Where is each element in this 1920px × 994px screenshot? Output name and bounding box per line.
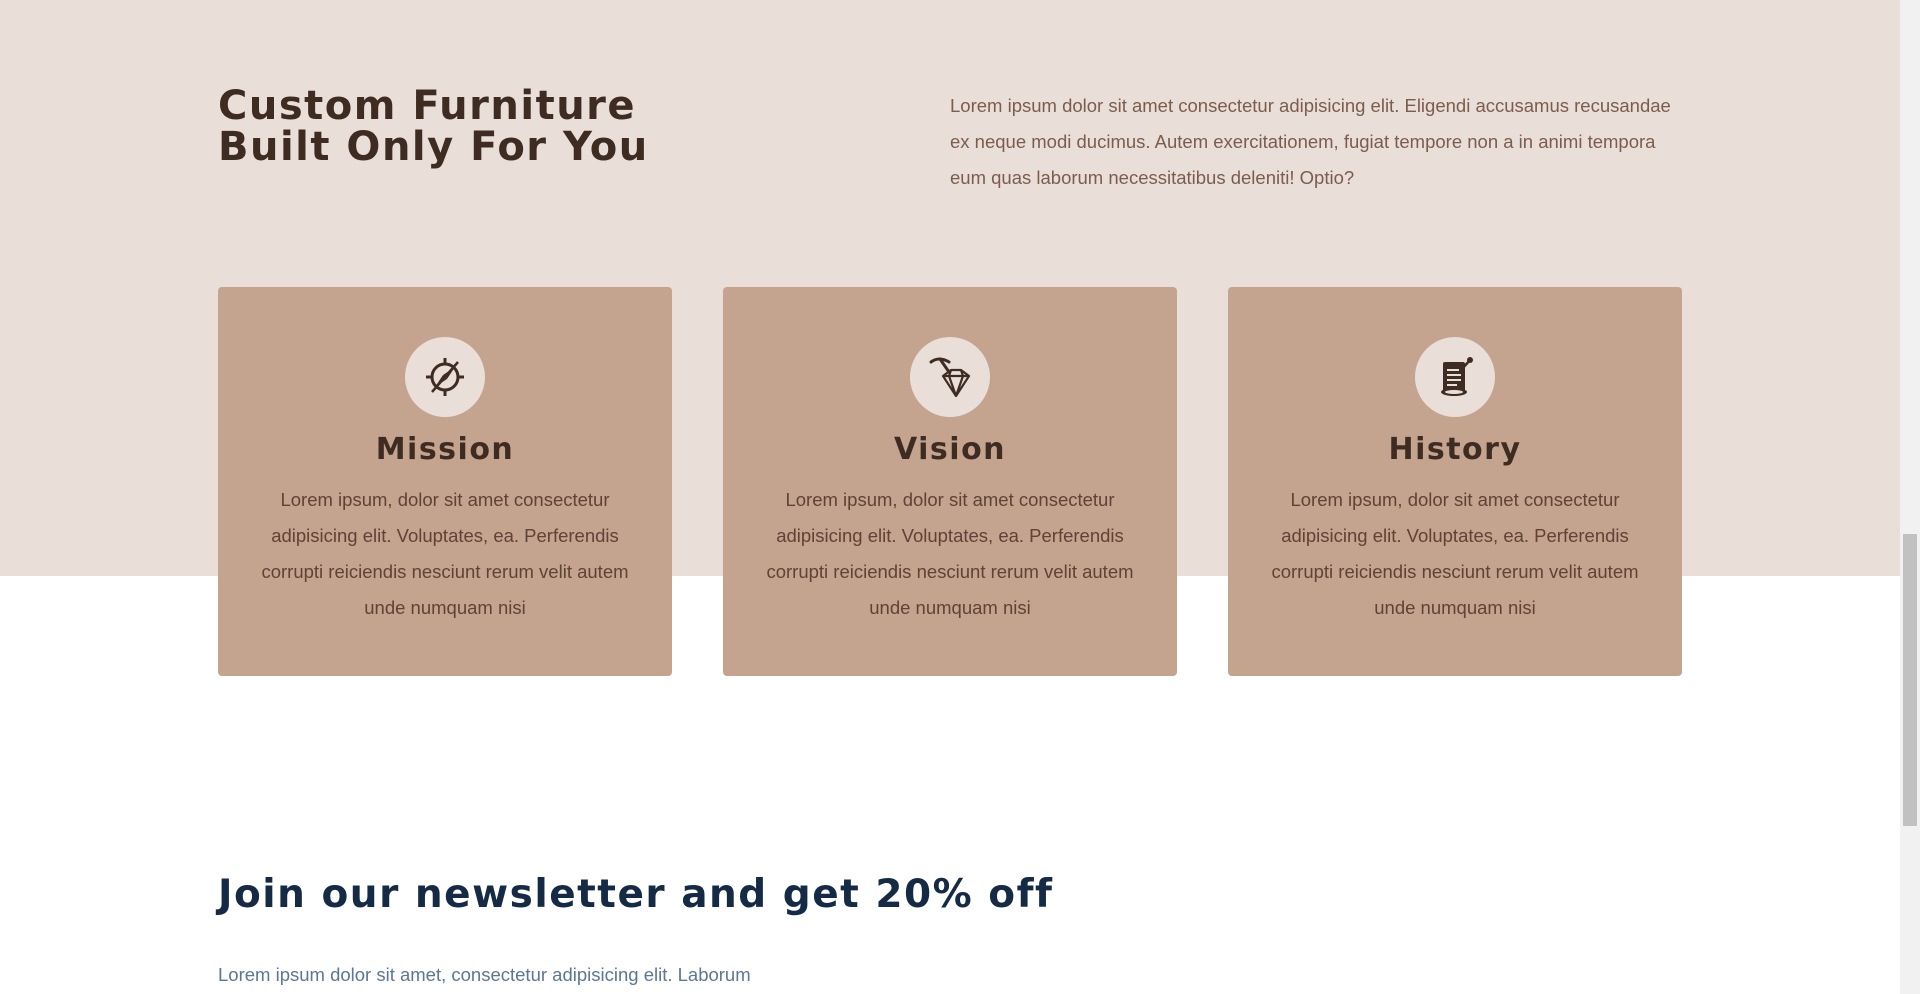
compass-icon (426, 358, 464, 396)
vision-icon-circle (910, 337, 990, 417)
mission-text: Lorem ipsum, dolor sit amet consectetur … (261, 489, 629, 618)
newsletter-text: Lorem ipsum dolor sit amet, consectetur … (218, 964, 751, 985)
about-title-line2: Built Only For You (218, 124, 649, 170)
about-title: Custom Furniture Built Only For You (218, 86, 738, 168)
mission-title: Mission (375, 432, 515, 467)
newsletter-title: Join our newsletter and get 20% off (218, 872, 1054, 917)
scrollbar-thumb[interactable] (1903, 534, 1917, 826)
mission-card: Mission Lorem ipsum, dolor sit amet cons… (218, 287, 672, 676)
history-card: History Lorem ipsum, dolor sit amet cons… (1228, 287, 1682, 676)
history-title: History (1388, 432, 1522, 467)
vision-card: Vision Lorem ipsum, dolor sit amet conse… (723, 287, 1177, 676)
scroll-document-icon (1441, 357, 1473, 396)
vertical-scrollbar[interactable] (1900, 0, 1920, 994)
cards-row: Mission Lorem ipsum, dolor sit amet cons… (218, 287, 1682, 676)
vision-text: Lorem ipsum, dolor sit amet consectetur … (766, 489, 1134, 618)
vision-title: Vision (893, 432, 1007, 467)
page: Custom Furniture Built Only For You Lore… (0, 0, 1900, 994)
history-text: Lorem ipsum, dolor sit amet consectetur … (1271, 489, 1639, 618)
about-title-line1: Custom Furniture (218, 83, 637, 129)
about-description: Lorem ipsum dolor sit amet consectetur a… (950, 95, 1671, 188)
history-icon-circle (1415, 337, 1495, 417)
mission-icon-circle (405, 337, 485, 417)
diamond-pickaxe-icon (929, 357, 971, 398)
